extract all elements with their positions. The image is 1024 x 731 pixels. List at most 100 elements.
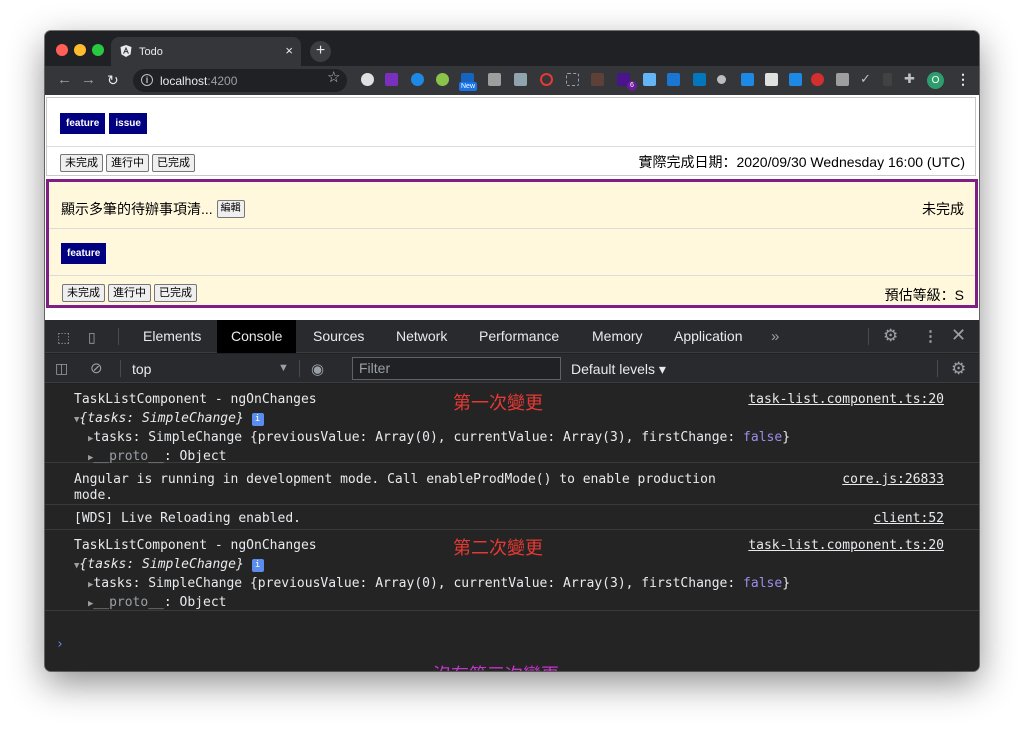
console-prompt-icon[interactable]: › (56, 637, 64, 652)
tab-network[interactable]: Network (382, 320, 461, 353)
back-arrow-icon[interactable]: ← (57, 71, 72, 89)
photo-extension-icon[interactable] (643, 73, 656, 86)
status-button-group: 未完成 進行中 已完成 (62, 283, 200, 302)
tab-performance[interactable]: Performance (465, 320, 573, 353)
forward-arrow-icon[interactable]: → (81, 71, 96, 89)
trello-alt-extension-icon[interactable] (789, 73, 802, 86)
url-port: :4200 (207, 74, 238, 88)
url-host: localhost (160, 74, 208, 88)
status-button-doing[interactable]: 進行中 (108, 284, 151, 302)
phone-extension-icon[interactable] (883, 73, 892, 86)
check-extension-icon[interactable]: ✓ (860, 72, 873, 85)
page-viewport: feature issue 未完成 進行中 已完成 實際完成日期：2020/09/30… (45, 95, 979, 320)
context-selector[interactable]: top (132, 361, 151, 377)
live-expression-eye-icon[interactable]: ◉ (311, 360, 324, 378)
source-link[interactable]: task-list.component.ts:20 (748, 538, 944, 553)
proto-value: : Object (163, 595, 227, 610)
log-proto-row[interactable]: ▶__proto__: Object (88, 449, 227, 464)
browser-tab-todo[interactable]: Todo × (111, 37, 301, 66)
minimize-window-button[interactable] (74, 44, 86, 56)
status-button-doing[interactable]: 進行中 (106, 154, 149, 172)
annotation-no-third-change: 沒有第三次變更 (433, 661, 559, 671)
puzzle-menu-icon[interactable]: ✚ (904, 72, 917, 85)
pen-extension-icon[interactable] (436, 73, 449, 86)
board-extension-icon[interactable] (765, 73, 778, 86)
tab-memory[interactable]: Memory (578, 320, 657, 353)
window-extension-icon[interactable] (667, 73, 680, 86)
address-bar[interactable]: i localhost:4200 (133, 69, 347, 92)
log-object[interactable]: ▼{tasks: SimpleChange} i (74, 557, 264, 572)
close-window-button[interactable] (56, 44, 68, 56)
prop-value: : SimpleChange {previousValue: Array(0),… (132, 430, 744, 445)
dashed-box-extension-icon[interactable] (566, 73, 579, 86)
tab-sources[interactable]: Sources (299, 320, 378, 353)
screen-extension-icon[interactable] (514, 73, 527, 86)
status-button-done[interactable]: 已完成 (154, 284, 197, 302)
block-extension-icon[interactable] (540, 73, 553, 86)
reload-icon[interactable]: ↻ (107, 71, 119, 89)
character-extension-icon[interactable] (591, 73, 604, 86)
console-message: TaskListComponent - ngOnChanges task-lis… (45, 384, 979, 464)
status-button-group: 未完成 進行中 已完成 (60, 153, 198, 172)
site-info-icon[interactable]: i (141, 74, 153, 86)
seal-extension-icon[interactable] (488, 73, 501, 86)
console-settings-gear-icon[interactable]: ⚙ (951, 359, 966, 379)
log-line: [WDS] Live Reloading enabled. (74, 511, 301, 526)
prop-value: : SimpleChange {previousValue: Array(0),… (132, 576, 744, 591)
log-object[interactable]: ▼{tasks: SimpleChange} i (74, 411, 264, 426)
profile-avatar[interactable]: O (927, 72, 944, 89)
tab-close-icon[interactable]: × (285, 43, 293, 58)
annotation-first-change: 第一次變更 (453, 393, 543, 414)
log-child-row[interactable]: ▶tasks: SimpleChange {previousValue: Arr… (88, 430, 790, 445)
inspect-element-icon[interactable]: ⬚ (57, 329, 70, 346)
console-message: [WDS] Live Reloading enabled. client:52 (45, 506, 979, 530)
toolbar-divider (937, 360, 938, 377)
diamond-extension-icon[interactable] (361, 73, 374, 86)
devtools-menu-icon[interactable]: ⋮ (923, 327, 938, 345)
log-child-row[interactable]: ▶tasks: SimpleChange {previousValue: Arr… (88, 576, 790, 591)
toolbar-divider (868, 328, 869, 345)
log-levels-dropdown[interactable]: Default levels ▾ (571, 361, 666, 378)
tag-list: feature (61, 243, 110, 264)
edit-button[interactable]: 編輯 (216, 200, 245, 218)
maximize-window-button[interactable] (92, 44, 104, 56)
source-link[interactable]: client:52 (874, 511, 944, 526)
status-button-todo[interactable]: 未完成 (60, 154, 103, 172)
tab-elements[interactable]: Elements (129, 320, 215, 353)
prop-key: tasks (93, 430, 133, 445)
tab-extension-icon[interactable] (693, 73, 706, 86)
source-link[interactable]: task-list.component.ts:20 (748, 392, 944, 407)
context-dropdown-icon[interactable]: ▼ (278, 362, 289, 374)
settings-gear-icon[interactable]: ⚙ (883, 326, 898, 346)
log-line: mode. (74, 488, 114, 503)
close-devtools-icon[interactable]: ✕ (951, 325, 966, 346)
prop-bool: false (743, 430, 783, 445)
console-filter-input[interactable]: Filter (352, 357, 561, 380)
adblock-extension-icon[interactable] (811, 73, 824, 86)
bulb-extension-icon[interactable] (717, 75, 726, 84)
onenote-extension-icon[interactable] (385, 73, 398, 86)
log-proto-row[interactable]: ▶__proto__: Object (88, 595, 227, 610)
grid-extension-icon[interactable] (836, 73, 849, 86)
status-button-done[interactable]: 已完成 (152, 154, 195, 172)
vpn-extension-icon[interactable] (411, 73, 424, 86)
trello-extension-icon[interactable] (741, 73, 754, 86)
clear-console-icon[interactable]: ⊘ (90, 359, 103, 377)
actual-finish-date: 實際完成日期：2020/09/30 Wednesday 16:00 (UTC) (638, 154, 965, 170)
new-tab-button[interactable]: + (310, 41, 331, 62)
status-button-todo[interactable]: 未完成 (62, 284, 105, 302)
browser-menu-icon[interactable]: ⋮ (956, 71, 970, 88)
tab-console[interactable]: Console (217, 320, 297, 353)
tab-strip: Todo × + (45, 31, 979, 66)
source-link[interactable]: core.js:26833 (842, 472, 944, 487)
bookmark-star-icon[interactable]: ☆ (327, 68, 340, 86)
browser-toolbar: ← → ↻ i localhost:4200 ☆ New 6 ✓ ✚ O ⋮ (45, 66, 979, 95)
more-tabs-icon[interactable]: » (771, 328, 779, 345)
toolbar-divider (120, 360, 121, 377)
sidebar-toggle-icon[interactable]: ◫ (55, 360, 68, 377)
task-title-row: 顯示多筆的待辦事項清... 編輯 (61, 199, 245, 219)
tab-application[interactable]: Application (660, 320, 757, 353)
device-toolbar-icon[interactable]: ▯ (88, 329, 96, 346)
card-divider (49, 275, 975, 276)
object-info-icon: i (251, 413, 264, 426)
